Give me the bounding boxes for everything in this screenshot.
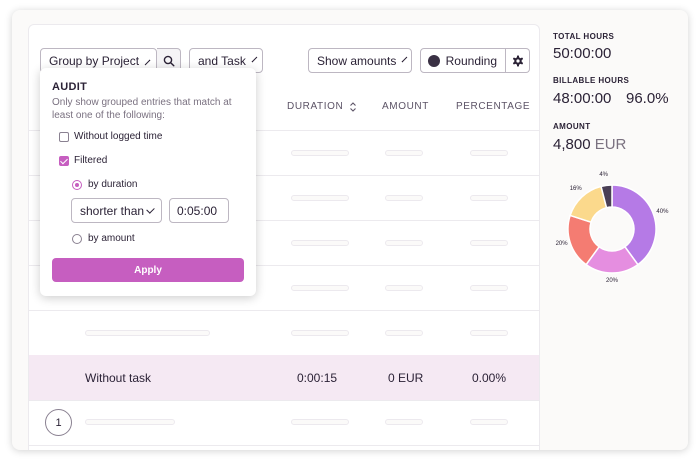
apply-button[interactable]: Apply: [52, 258, 244, 282]
chevron-up-icon: [144, 59, 151, 65]
table-row-without-task[interactable]: Without task 0:00:15 0 EUR 0.00%: [29, 355, 539, 400]
skeleton-cell: [291, 419, 349, 425]
billable-percent-value: 96.0%: [626, 90, 669, 107]
amount-number: 4,800: [553, 136, 591, 153]
by-duration-label: by duration: [88, 179, 138, 190]
billable-hours-value: 48:00:00: [553, 90, 612, 107]
summary-sidebar: TOTAL HOURS 50:00:00 BILLABLE HOURS 48:0…: [553, 10, 688, 450]
without-logged-time-label: Without logged time: [74, 131, 163, 142]
skeleton-cell: [291, 195, 349, 201]
amount-label: AMOUNT: [553, 122, 591, 131]
column-header-percentage: PERCENTAGE: [456, 101, 531, 112]
filtered-checkbox[interactable]: [59, 156, 69, 166]
row-percentage: 0.00%: [472, 371, 507, 385]
without-logged-time-checkbox[interactable]: [59, 132, 69, 142]
sort-icon: [350, 101, 357, 112]
duration-input[interactable]: 0:05:00: [169, 198, 229, 223]
row-duration: 0:00:15: [297, 371, 338, 385]
chevron-down-icon: [146, 204, 155, 214]
rounding-settings-button[interactable]: [506, 48, 530, 73]
donut-slice-label: 4%: [599, 172, 609, 179]
skeleton-cell: [385, 330, 423, 336]
skeleton-cell: [385, 285, 423, 291]
column-header-amount: AMOUNT: [382, 101, 429, 112]
skeleton-cell: [85, 330, 210, 336]
chevron-down-icon: [402, 56, 408, 62]
by-amount-radio[interactable]: [72, 234, 82, 244]
skeleton-cell: [385, 150, 423, 156]
audit-description: Only show grouped entries that match at …: [52, 97, 232, 121]
skeleton-cell: [470, 330, 508, 336]
skeleton-cell: [291, 330, 349, 336]
filtered-label: Filtered: [74, 155, 108, 166]
row-divider: [29, 445, 539, 446]
skeleton-cell: [470, 240, 508, 246]
amount-value: 4,800 EUR: [553, 136, 626, 153]
donut-slice-label: 16%: [569, 186, 582, 193]
by-amount-label: by amount: [88, 233, 135, 244]
group-by-label: Group by Project: [49, 53, 140, 68]
audit-title: AUDIT: [52, 81, 88, 93]
row-number-badge: 1: [45, 409, 72, 436]
toggle-knob: [428, 54, 440, 67]
total-hours-label: TOTAL HOURS: [553, 32, 615, 41]
skeleton-cell: [291, 285, 349, 291]
skeleton-cell: [470, 419, 508, 425]
toggle-switch[interactable]: [428, 54, 440, 67]
row-name: Without task: [85, 371, 152, 385]
skeleton-cell: [385, 195, 423, 201]
by-duration-radio[interactable]: [72, 180, 82, 190]
skeleton-cell: [470, 285, 508, 291]
row-divider: [29, 400, 539, 401]
column-header-duration[interactable]: DURATION: [287, 101, 357, 112]
row-divider: [29, 310, 539, 311]
skeleton-cell: [385, 240, 423, 246]
rounding-toggle[interactable]: Rounding: [420, 48, 506, 73]
billable-hours-label: BILLABLE HOURS: [553, 76, 630, 85]
donut-slice-label: 20%: [555, 241, 568, 248]
comparison-select[interactable]: shorter than: [71, 198, 162, 223]
donut-slice-label: 40%: [656, 208, 669, 215]
skeleton-cell: [85, 419, 175, 425]
skeleton-cell: [291, 240, 349, 246]
donut-slice-label: 20%: [606, 278, 619, 284]
show-amounts-dropdown[interactable]: Show amounts: [308, 48, 412, 73]
audit-popover: AUDIT Only show grouped entries that mat…: [40, 68, 256, 296]
skeleton-cell: [470, 195, 508, 201]
and-task-label: and Task: [198, 53, 246, 68]
gear-icon: [512, 55, 523, 66]
skeleton-cell: [470, 150, 508, 156]
chevron-down-icon: [251, 56, 258, 62]
skeleton-cell: [385, 419, 423, 425]
row-amount: 0 EUR: [388, 371, 424, 385]
app-window: Group by Project and Task Show amounts R…: [12, 10, 688, 450]
total-hours-value: 50:00:00: [553, 45, 612, 62]
rounding-label: Rounding: [445, 53, 497, 68]
show-amounts-label: Show amounts: [317, 53, 397, 68]
skeleton-cell: [291, 150, 349, 156]
amount-currency: EUR: [594, 136, 627, 153]
search-icon: [163, 55, 175, 67]
